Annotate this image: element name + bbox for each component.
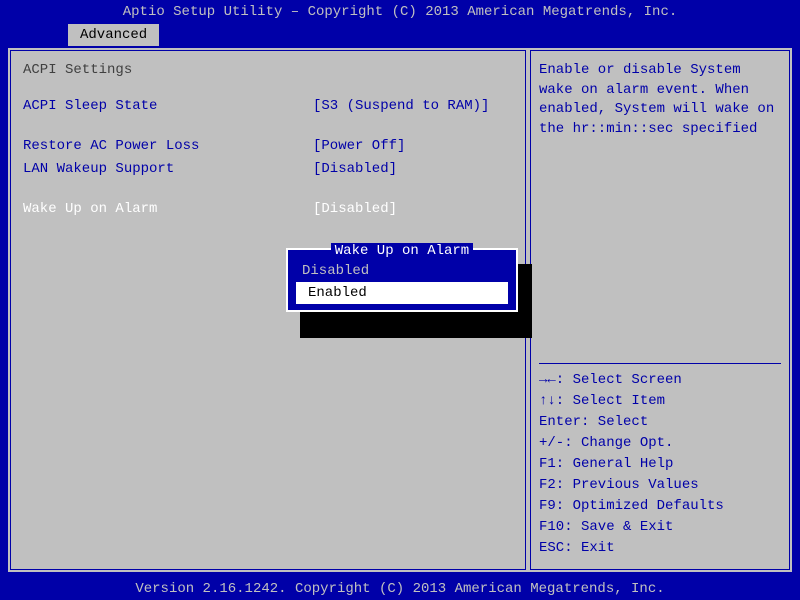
help-panel: Enable or disable System wake on alarm e… xyxy=(530,50,790,570)
hint-select-item: ↑↓: Select Item xyxy=(539,391,781,412)
popup-option-list: Disabled Enabled xyxy=(290,260,514,304)
hint-select-screen: →←: Select Screen xyxy=(539,370,781,391)
hint-enter-select: Enter: Select xyxy=(539,412,781,433)
tab-advanced[interactable]: Advanced xyxy=(68,24,159,46)
header-title: Aptio Setup Utility – Copyright (C) 2013… xyxy=(123,3,678,21)
tab-row: Advanced xyxy=(0,24,800,46)
setting-value: [Power Off] xyxy=(313,137,405,155)
divider xyxy=(539,363,781,364)
setting-wake-up-on-alarm[interactable]: Wake Up on Alarm [Disabled] xyxy=(23,200,513,218)
setting-label: Restore AC Power Loss xyxy=(23,137,313,155)
setting-value: [Disabled] xyxy=(313,200,397,218)
setting-lan-wakeup-support[interactable]: LAN Wakeup Support [Disabled] xyxy=(23,160,513,178)
popup-title: Wake Up on Alarm xyxy=(288,242,516,260)
popup-option-disabled[interactable]: Disabled xyxy=(290,260,514,282)
setting-acpi-sleep-state[interactable]: ACPI Sleep State [S3 (Suspend to RAM)] xyxy=(23,97,513,115)
setting-restore-ac-power-loss[interactable]: Restore AC Power Loss [Power Off] xyxy=(23,137,513,155)
help-text: Enable or disable System wake on alarm e… xyxy=(539,61,781,139)
setting-value: [Disabled] xyxy=(313,160,397,178)
footer-text: Version 2.16.1242. Copyright (C) 2013 Am… xyxy=(135,580,664,598)
hint-general-help: F1: General Help xyxy=(539,454,781,475)
setting-value: [S3 (Suspend to RAM)] xyxy=(313,97,489,115)
section-title: ACPI Settings xyxy=(23,61,513,79)
hint-previous-values: F2: Previous Values xyxy=(539,475,781,496)
hint-save-exit: F10: Save & Exit xyxy=(539,517,781,538)
hint-change-opt: +/-: Change Opt. xyxy=(539,433,781,454)
key-hints: →←: Select Screen ↑↓: Select Item Enter:… xyxy=(539,370,781,559)
hint-esc-exit: ESC: Exit xyxy=(539,538,781,559)
hint-optimized-defaults: F9: Optimized Defaults xyxy=(539,496,781,517)
footer-bar: Version 2.16.1242. Copyright (C) 2013 Am… xyxy=(0,578,800,600)
setting-label: LAN Wakeup Support xyxy=(23,160,313,178)
setting-label: ACPI Sleep State xyxy=(23,97,313,115)
setting-label: Wake Up on Alarm xyxy=(23,200,313,218)
popup-option-enabled[interactable]: Enabled xyxy=(296,282,508,304)
header-bar: Aptio Setup Utility – Copyright (C) 2013… xyxy=(0,0,800,24)
option-popup: Wake Up on Alarm Disabled Enabled xyxy=(286,248,518,312)
